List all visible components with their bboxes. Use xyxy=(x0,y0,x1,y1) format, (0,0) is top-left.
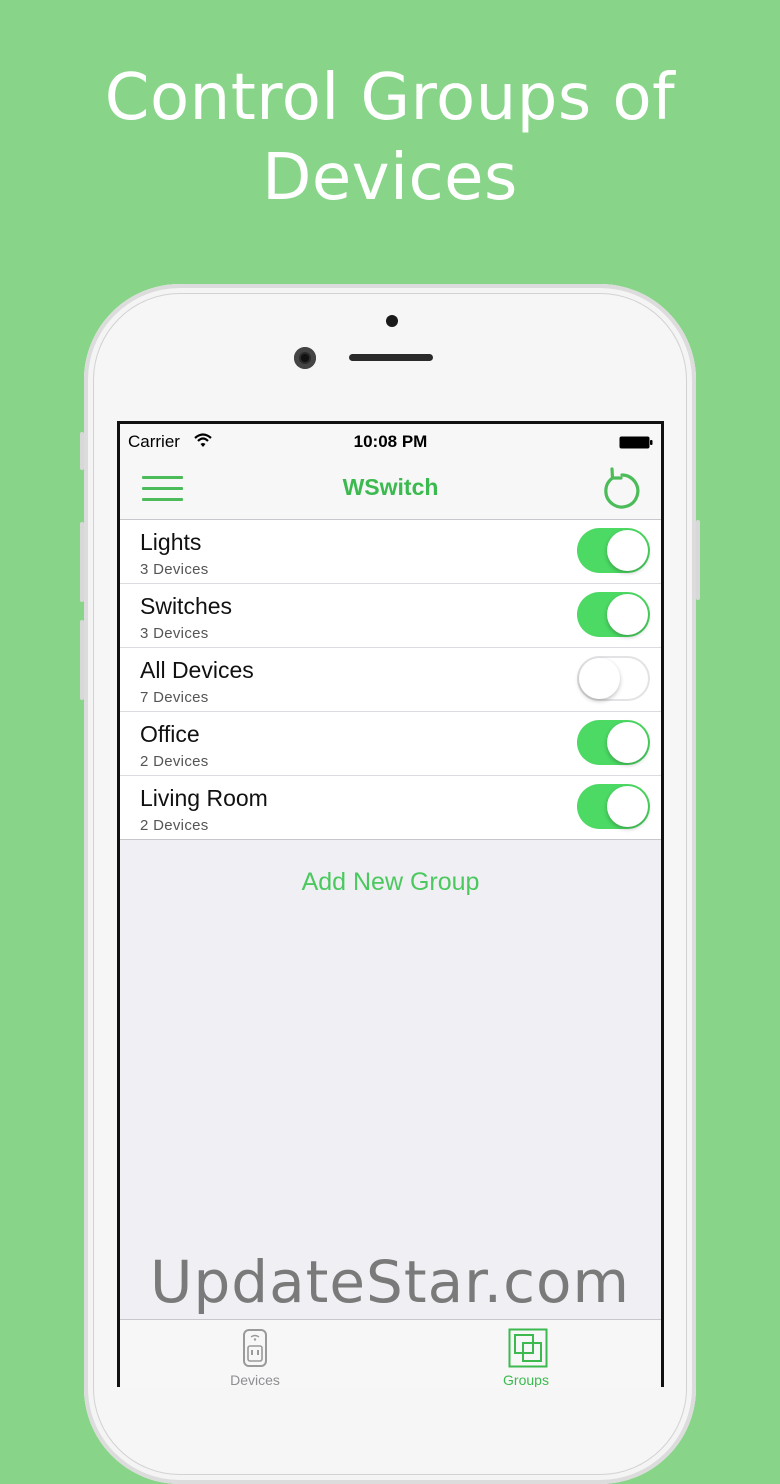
headline-line-2: Devices xyxy=(262,141,518,215)
add-new-group-button[interactable]: Add New Group xyxy=(120,868,661,897)
tab-devices-label: Devices xyxy=(230,1372,280,1387)
group-row-living-room[interactable]: Living Room 2 Devices xyxy=(120,776,661,840)
group-row-lights[interactable]: Lights 3 Devices xyxy=(120,520,661,584)
group-device-count: 7 Devices xyxy=(140,689,209,706)
plug-device-icon xyxy=(243,1329,267,1367)
headline-line-1: Control Groups of xyxy=(104,61,676,135)
group-device-count: 2 Devices xyxy=(140,817,209,834)
group-toggle-office[interactable] xyxy=(577,720,650,765)
tab-groups-label: Groups xyxy=(503,1372,549,1387)
nav-bar: WSwitch xyxy=(120,460,661,520)
headline: Control Groups of Devices xyxy=(0,58,780,218)
watermark-text: UpdateStar.com xyxy=(150,1248,630,1316)
group-toggle-living-room[interactable] xyxy=(577,784,650,829)
front-camera xyxy=(294,347,316,369)
tab-groups[interactable]: Groups xyxy=(426,1320,626,1387)
refresh-icon[interactable] xyxy=(599,467,643,511)
tab-bar: Devices Groups xyxy=(120,1319,661,1387)
group-name: Living Room xyxy=(140,785,268,811)
group-toggle-lights[interactable] xyxy=(577,528,650,573)
group-toggle-switches[interactable] xyxy=(577,592,650,637)
earpiece-speaker xyxy=(349,354,433,361)
group-row-switches[interactable]: Switches 3 Devices xyxy=(120,584,661,648)
group-name: All Devices xyxy=(140,657,254,683)
group-row-all-devices[interactable]: All Devices 7 Devices xyxy=(120,648,661,712)
status-time: 10:08 PM xyxy=(353,432,428,451)
group-name: Lights xyxy=(140,529,202,555)
phone-power-button xyxy=(696,520,700,600)
group-name: Office xyxy=(140,721,200,747)
group-toggle-all-devices[interactable] xyxy=(577,656,650,701)
tab-devices[interactable]: Devices xyxy=(155,1320,355,1387)
groups-icon xyxy=(508,1328,548,1368)
proximity-sensor xyxy=(386,315,398,327)
battery-icon xyxy=(619,436,653,449)
group-row-office[interactable]: Office 2 Devices xyxy=(120,712,661,776)
group-list: Lights 3 Devices Switches 3 Devices All … xyxy=(120,520,661,840)
group-device-count: 3 Devices xyxy=(140,625,209,642)
app-screen: Carrier 10:08 PM WSwitch Lights 3 Device… xyxy=(117,421,664,1387)
group-device-count: 2 Devices xyxy=(140,753,209,770)
status-bar: Carrier 10:08 PM xyxy=(120,424,661,460)
app-title: WSwitch xyxy=(342,474,439,500)
group-device-count: 3 Devices xyxy=(140,561,209,578)
group-name: Switches xyxy=(140,593,233,619)
